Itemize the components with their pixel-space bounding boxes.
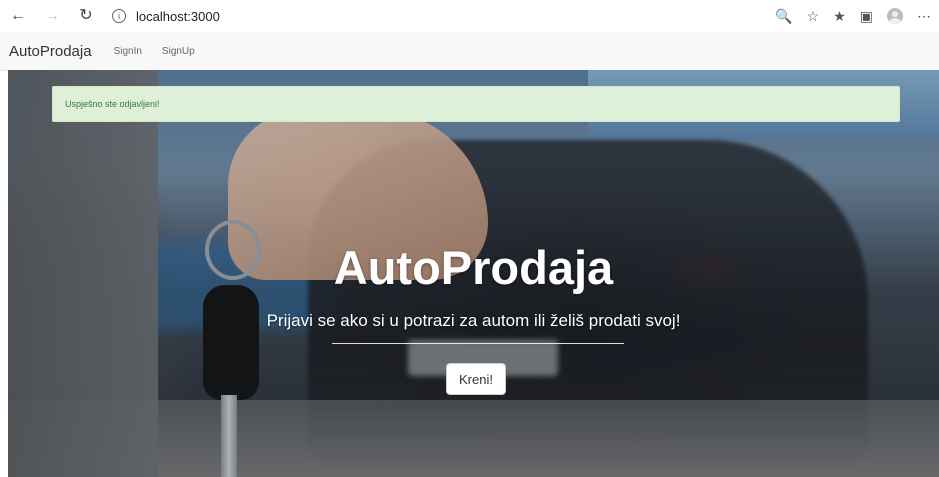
- collections-icon[interactable]: ▣: [860, 8, 873, 25]
- profile-icon[interactable]: [887, 8, 903, 24]
- favorite-icon[interactable]: ☆: [807, 8, 820, 25]
- nav-link-signin[interactable]: SignIn: [114, 46, 142, 57]
- info-icon[interactable]: i: [112, 9, 126, 23]
- browser-toolbar: ← → ↻ i localhost:3000 🔍 ☆ ★ ▣ ⋯: [0, 0, 939, 33]
- start-button[interactable]: Kreni!: [446, 363, 506, 395]
- site-navbar: AutoProdaja SignIn SignUp: [0, 32, 939, 71]
- logout-success-alert: Uspješno ste odjavljeni!: [52, 86, 900, 122]
- hero-title: AutoProdaja: [333, 241, 614, 294]
- forward-icon[interactable]: →: [42, 6, 62, 26]
- address-bar[interactable]: i localhost:3000: [112, 6, 220, 26]
- browser-actions: 🔍 ☆ ★ ▣ ⋯: [775, 6, 931, 26]
- alert-message: Uspješno ste odjavljeni!: [65, 99, 160, 109]
- hero-section: Uspješno ste odjavljeni! AutoProdaja Pri…: [8, 70, 939, 477]
- zoom-icon[interactable]: 🔍: [775, 8, 792, 25]
- hero-subtitle: Prijavi se ako si u potrazi za autom ili…: [266, 311, 681, 330]
- url-text[interactable]: localhost:3000: [136, 9, 220, 24]
- back-icon[interactable]: ←: [8, 6, 28, 26]
- refresh-icon[interactable]: ↻: [76, 6, 96, 26]
- favorites-list-icon[interactable]: ★: [833, 8, 846, 25]
- more-icon[interactable]: ⋯: [917, 8, 931, 25]
- navbar-brand[interactable]: AutoProdaja: [9, 43, 92, 60]
- nav-link-signup[interactable]: SignUp: [162, 46, 195, 57]
- hero-divider: [332, 343, 624, 344]
